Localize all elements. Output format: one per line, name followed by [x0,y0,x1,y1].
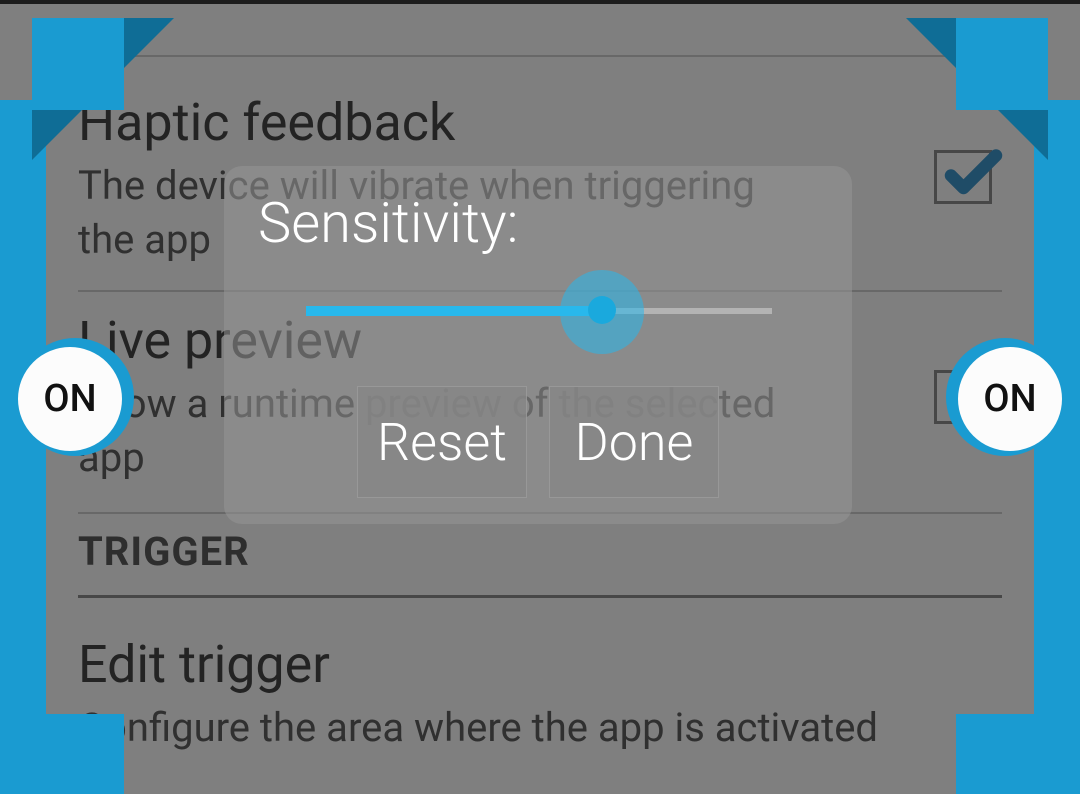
sensitivity-slider[interactable] [258,268,818,348]
corner-trigger-bottom-left[interactable] [0,664,130,794]
dialog-title: Sensitivity: [258,190,818,256]
slider-fill [306,306,602,316]
toggle-label: ON [958,347,1062,451]
toggle-label: ON [18,347,122,451]
corner-trigger-top-right[interactable] [950,0,1080,130]
reset-button[interactable]: Reset [357,386,527,498]
slider-thumb[interactable] [588,296,616,324]
left-trigger-toggle[interactable]: ON [16,338,134,456]
corner-trigger-bottom-right[interactable] [950,664,1080,794]
corner-trigger-top-left[interactable] [0,0,130,130]
right-trigger-toggle[interactable]: ON [946,338,1064,456]
done-button[interactable]: Done [549,386,719,498]
sensitivity-dialog: Sensitivity: Reset Done [224,166,852,524]
dialog-button-row: Reset Done [258,386,818,498]
